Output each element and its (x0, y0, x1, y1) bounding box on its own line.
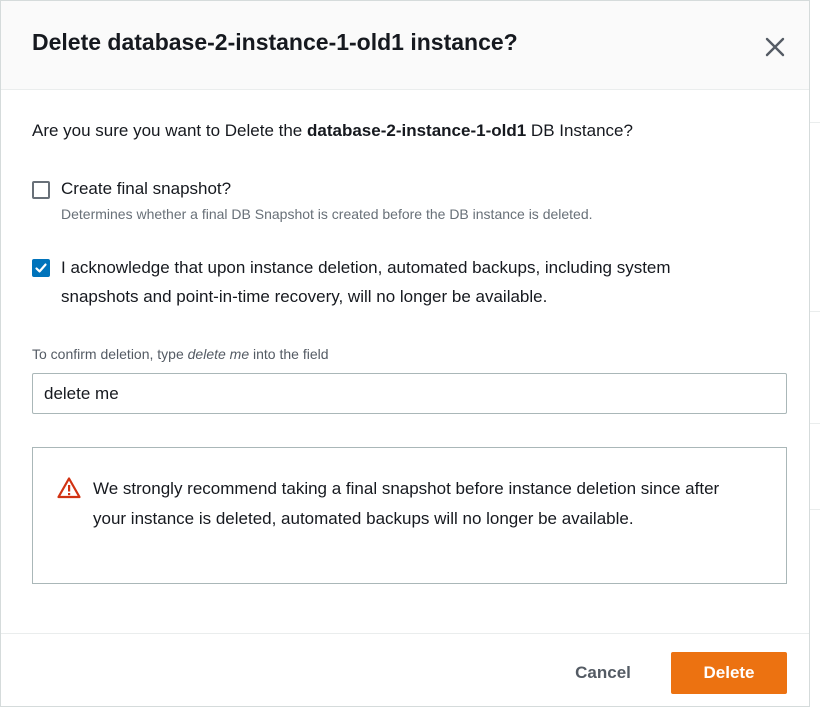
final-snapshot-checkbox[interactable] (32, 181, 50, 199)
modal-footer: Cancel Delete (1, 633, 809, 707)
prompt-suffix: DB Instance? (526, 121, 633, 140)
checkmark-icon (35, 263, 47, 273)
confirm-deletion-label: To confirm deletion, type delete me into… (32, 346, 329, 362)
background-divider (810, 423, 820, 424)
delete-button[interactable]: Delete (671, 652, 787, 694)
modal-header: Delete database-2-instance-1-old1 instan… (1, 1, 809, 90)
acknowledge-checkbox[interactable] (32, 259, 50, 277)
warning-triangle-icon (57, 476, 81, 500)
warning-alert: We strongly recommend taking a final sna… (32, 447, 787, 584)
prompt-instance-name: database-2-instance-1-old1 (307, 121, 527, 140)
final-snapshot-description: Determines whether a final DB Snapshot i… (61, 206, 593, 222)
background-divider (810, 122, 820, 123)
confirm-label-suffix: into the field (249, 346, 329, 362)
close-button[interactable] (761, 33, 789, 61)
acknowledge-label-line2[interactable]: snapshots and point-in-time recovery, wi… (61, 287, 547, 307)
delete-instance-modal: Delete database-2-instance-1-old1 instan… (0, 0, 810, 707)
background-divider (810, 311, 820, 312)
warning-alert-text: We strongly recommend taking a final sna… (93, 479, 720, 528)
confirm-keyword: delete me (187, 346, 250, 362)
close-icon (765, 37, 785, 57)
cancel-button[interactable]: Cancel (553, 652, 653, 694)
delete-prompt: Are you sure you want to Delete the data… (32, 121, 633, 141)
confirm-label-prefix: To confirm deletion, type (32, 346, 188, 362)
modal-title: Delete database-2-instance-1-old1 instan… (32, 29, 518, 55)
prompt-prefix: Are you sure you want to Delete the (32, 121, 307, 140)
confirm-deletion-input[interactable] (32, 373, 787, 414)
acknowledge-label-line1[interactable]: I acknowledge that upon instance deletio… (61, 258, 671, 278)
final-snapshot-label[interactable]: Create final snapshot? (61, 179, 231, 199)
background-divider (810, 509, 820, 510)
background-page-edge (810, 0, 820, 709)
